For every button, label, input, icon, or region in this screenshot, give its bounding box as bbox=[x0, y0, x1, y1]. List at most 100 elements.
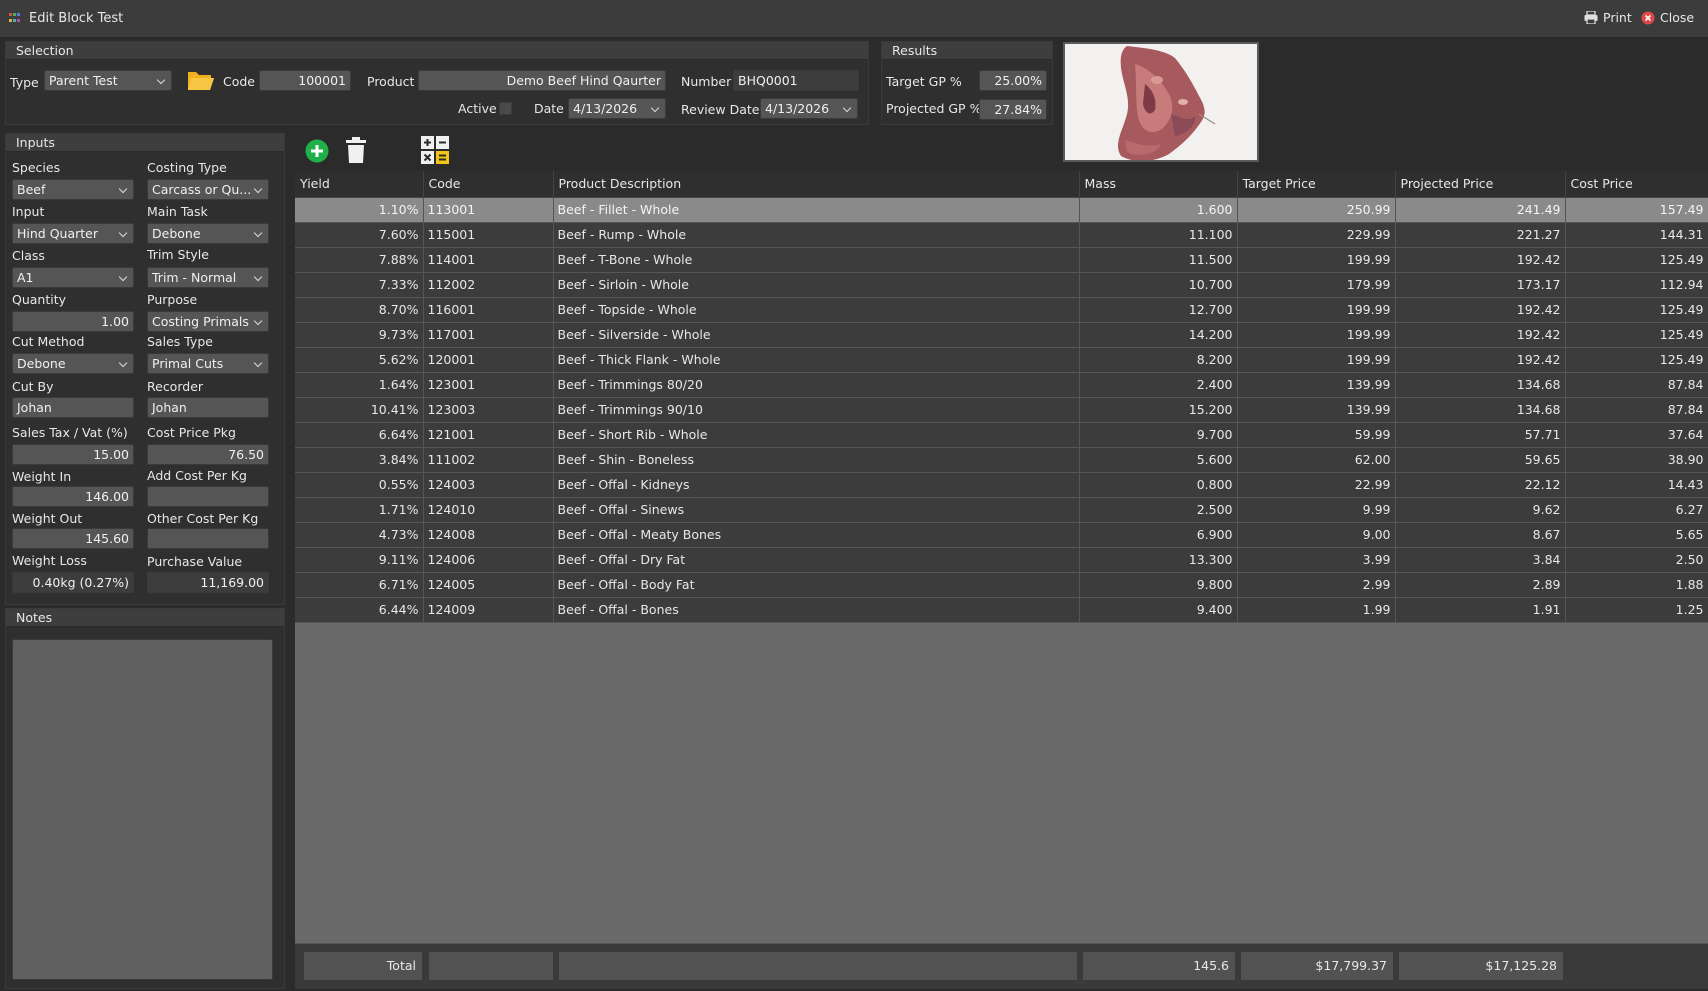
purpose-select[interactable]: Costing Primals bbox=[147, 311, 269, 332]
table-row[interactable]: 4.73% 124008 Beef - Offal - Meaty Bones 6.9… bbox=[295, 522, 1708, 548]
cell-cost-price[interactable]: 157.49 bbox=[1565, 197, 1708, 223]
cell-mass[interactable]: 9.800 bbox=[1079, 572, 1238, 598]
table-row[interactable]: 9.73% 117001 Beef - Silverside - Whole 14.2… bbox=[295, 322, 1708, 348]
cell-cost-price[interactable]: 144.31 bbox=[1565, 222, 1708, 248]
cell-target-price[interactable]: 22.99 bbox=[1237, 472, 1396, 498]
col-header-cost-price[interactable]: Cost Price bbox=[1565, 171, 1708, 198]
code-field[interactable]: 100001 bbox=[259, 70, 351, 91]
cell-description[interactable]: Beef - Shin - Boneless bbox=[553, 447, 1080, 473]
class-select[interactable]: A1 bbox=[12, 267, 134, 288]
cell-projected-price[interactable]: 2.89 bbox=[1395, 572, 1566, 598]
cell-target-price[interactable]: 139.99 bbox=[1237, 397, 1396, 423]
type-select[interactable]: Parent Test bbox=[44, 70, 172, 91]
cell-description[interactable]: Beef - Fillet - Whole bbox=[553, 197, 1080, 223]
table-row[interactable]: 3.84% 111002 Beef - Shin - Boneless 5.600 62… bbox=[295, 447, 1708, 473]
cell-target-price[interactable]: 179.99 bbox=[1237, 272, 1396, 298]
weight-out-field[interactable]: 145.60 bbox=[12, 528, 134, 549]
notes-textarea[interactable] bbox=[12, 639, 273, 980]
table-row[interactable]: 10.41% 123003 Beef - Trimmings 90/10 15.200… bbox=[295, 397, 1708, 423]
cell-description[interactable]: Beef - Offal - Dry Fat bbox=[553, 547, 1080, 573]
weight-in-field[interactable]: 146.00 bbox=[12, 486, 134, 507]
cut-by-field[interactable]: Johan bbox=[12, 397, 134, 418]
cell-cost-price[interactable]: 125.49 bbox=[1565, 247, 1708, 273]
cell-code[interactable]: 124010 bbox=[423, 497, 554, 523]
cell-yield[interactable]: 1.71% bbox=[295, 497, 424, 523]
cell-mass[interactable]: 1.600 bbox=[1079, 197, 1238, 223]
cell-code[interactable]: 124009 bbox=[423, 597, 554, 623]
close-button[interactable]: Close bbox=[1641, 10, 1694, 25]
cell-cost-price[interactable]: 112.94 bbox=[1565, 272, 1708, 298]
cell-cost-price[interactable]: 125.49 bbox=[1565, 347, 1708, 373]
sales-type-select[interactable]: Primal Cuts bbox=[147, 353, 269, 374]
cell-projected-price[interactable]: 192.42 bbox=[1395, 347, 1566, 373]
cell-mass[interactable]: 15.200 bbox=[1079, 397, 1238, 423]
cell-description[interactable]: Beef - Offal - Meaty Bones bbox=[553, 522, 1080, 548]
table-row[interactable]: 1.71% 124010 Beef - Offal - Sinews 2.500 9.9… bbox=[295, 497, 1708, 523]
cell-code[interactable]: 116001 bbox=[423, 297, 554, 323]
cell-projected-price[interactable]: 8.67 bbox=[1395, 522, 1566, 548]
cell-mass[interactable]: 0.800 bbox=[1079, 472, 1238, 498]
active-checkbox[interactable] bbox=[499, 102, 512, 115]
cell-yield[interactable]: 7.33% bbox=[295, 272, 424, 298]
cell-projected-price[interactable]: 192.42 bbox=[1395, 297, 1566, 323]
cell-yield[interactable]: 5.62% bbox=[295, 347, 424, 373]
trim-style-select[interactable]: Trim - Normal bbox=[147, 267, 269, 288]
cell-yield[interactable]: 3.84% bbox=[295, 447, 424, 473]
cell-description[interactable]: Beef - Short Rib - Whole bbox=[553, 422, 1080, 448]
cell-target-price[interactable]: 9.99 bbox=[1237, 497, 1396, 523]
cell-cost-price[interactable]: 5.65 bbox=[1565, 522, 1708, 548]
cell-code[interactable]: 124005 bbox=[423, 572, 554, 598]
main-task-select[interactable]: Debone bbox=[147, 223, 269, 244]
folder-open-icon[interactable] bbox=[187, 69, 215, 91]
cell-target-price[interactable]: 1.99 bbox=[1237, 597, 1396, 623]
cell-projected-price[interactable]: 221.27 bbox=[1395, 222, 1566, 248]
cell-code[interactable]: 115001 bbox=[423, 222, 554, 248]
table-row[interactable]: 5.62% 120001 Beef - Thick Flank - Whole 8.2… bbox=[295, 347, 1708, 373]
cell-mass[interactable]: 9.400 bbox=[1079, 597, 1238, 623]
cell-projected-price[interactable]: 3.84 bbox=[1395, 547, 1566, 573]
cell-cost-price[interactable]: 87.84 bbox=[1565, 372, 1708, 398]
cell-projected-price[interactable]: 9.62 bbox=[1395, 497, 1566, 523]
table-row[interactable]: 1.64% 123001 Beef - Trimmings 80/20 2.400 13… bbox=[295, 372, 1708, 398]
cell-mass[interactable]: 13.300 bbox=[1079, 547, 1238, 573]
cell-code[interactable]: 117001 bbox=[423, 322, 554, 348]
col-header-description[interactable]: Product Description bbox=[553, 171, 1080, 198]
cell-projected-price[interactable]: 59.65 bbox=[1395, 447, 1566, 473]
table-row[interactable]: 9.11% 124006 Beef - Offal - Dry Fat 13.300 3… bbox=[295, 547, 1708, 573]
cell-yield[interactable]: 6.44% bbox=[295, 597, 424, 623]
cell-yield[interactable]: 1.10% bbox=[295, 197, 424, 223]
table-row[interactable]: 6.64% 121001 Beef - Short Rib - Whole 9.700… bbox=[295, 422, 1708, 448]
cell-target-price[interactable]: 199.99 bbox=[1237, 247, 1396, 273]
cell-yield[interactable]: 1.64% bbox=[295, 372, 424, 398]
col-header-yield[interactable]: Yield bbox=[295, 171, 424, 198]
cell-target-price[interactable]: 3.99 bbox=[1237, 547, 1396, 573]
number-field[interactable]: BHQ0001 bbox=[733, 70, 859, 91]
cell-mass[interactable]: 10.700 bbox=[1079, 272, 1238, 298]
cell-yield[interactable]: 8.70% bbox=[295, 297, 424, 323]
table-row[interactable]: 8.70% 116001 Beef - Topside - Whole 12.700 1… bbox=[295, 297, 1708, 323]
species-select[interactable]: Beef bbox=[12, 179, 134, 200]
cell-description[interactable]: Beef - Sirloin - Whole bbox=[553, 272, 1080, 298]
quantity-field[interactable]: 1.00 bbox=[12, 311, 134, 332]
cell-yield[interactable]: 6.71% bbox=[295, 572, 424, 598]
cell-cost-price[interactable]: 1.25 bbox=[1565, 597, 1708, 623]
table-row[interactable]: 0.55% 124003 Beef - Offal - Kidneys 0.800 22… bbox=[295, 472, 1708, 498]
cell-projected-price[interactable]: 192.42 bbox=[1395, 322, 1566, 348]
cost-price-pkg-field[interactable]: 76.50 bbox=[147, 444, 269, 465]
cell-yield[interactable]: 7.88% bbox=[295, 247, 424, 273]
cell-projected-price[interactable]: 57.71 bbox=[1395, 422, 1566, 448]
table-row[interactable]: 7.88% 114001 Beef - T-Bone - Whole 11.500 19… bbox=[295, 247, 1708, 273]
cell-description[interactable]: Beef - Offal - Kidneys bbox=[553, 472, 1080, 498]
cell-description[interactable]: Beef - Offal - Bones bbox=[553, 597, 1080, 623]
cell-description[interactable]: Beef - Trimmings 90/10 bbox=[553, 397, 1080, 423]
cell-projected-price[interactable]: 134.68 bbox=[1395, 397, 1566, 423]
cell-mass[interactable]: 11.500 bbox=[1079, 247, 1238, 273]
recorder-field[interactable]: Johan bbox=[147, 397, 269, 418]
cell-code[interactable]: 111002 bbox=[423, 447, 554, 473]
cell-code[interactable]: 120001 bbox=[423, 347, 554, 373]
table-row[interactable]: 7.60% 115001 Beef - Rump - Whole 11.100 229.… bbox=[295, 222, 1708, 248]
costing-type-select[interactable]: Carcass or Qu... bbox=[147, 179, 269, 200]
cell-yield[interactable]: 10.41% bbox=[295, 397, 424, 423]
cell-cost-price[interactable]: 125.49 bbox=[1565, 297, 1708, 323]
table-row[interactable]: 1.10% 113001 Beef - Fillet - Whole 1.600 250… bbox=[295, 197, 1708, 223]
